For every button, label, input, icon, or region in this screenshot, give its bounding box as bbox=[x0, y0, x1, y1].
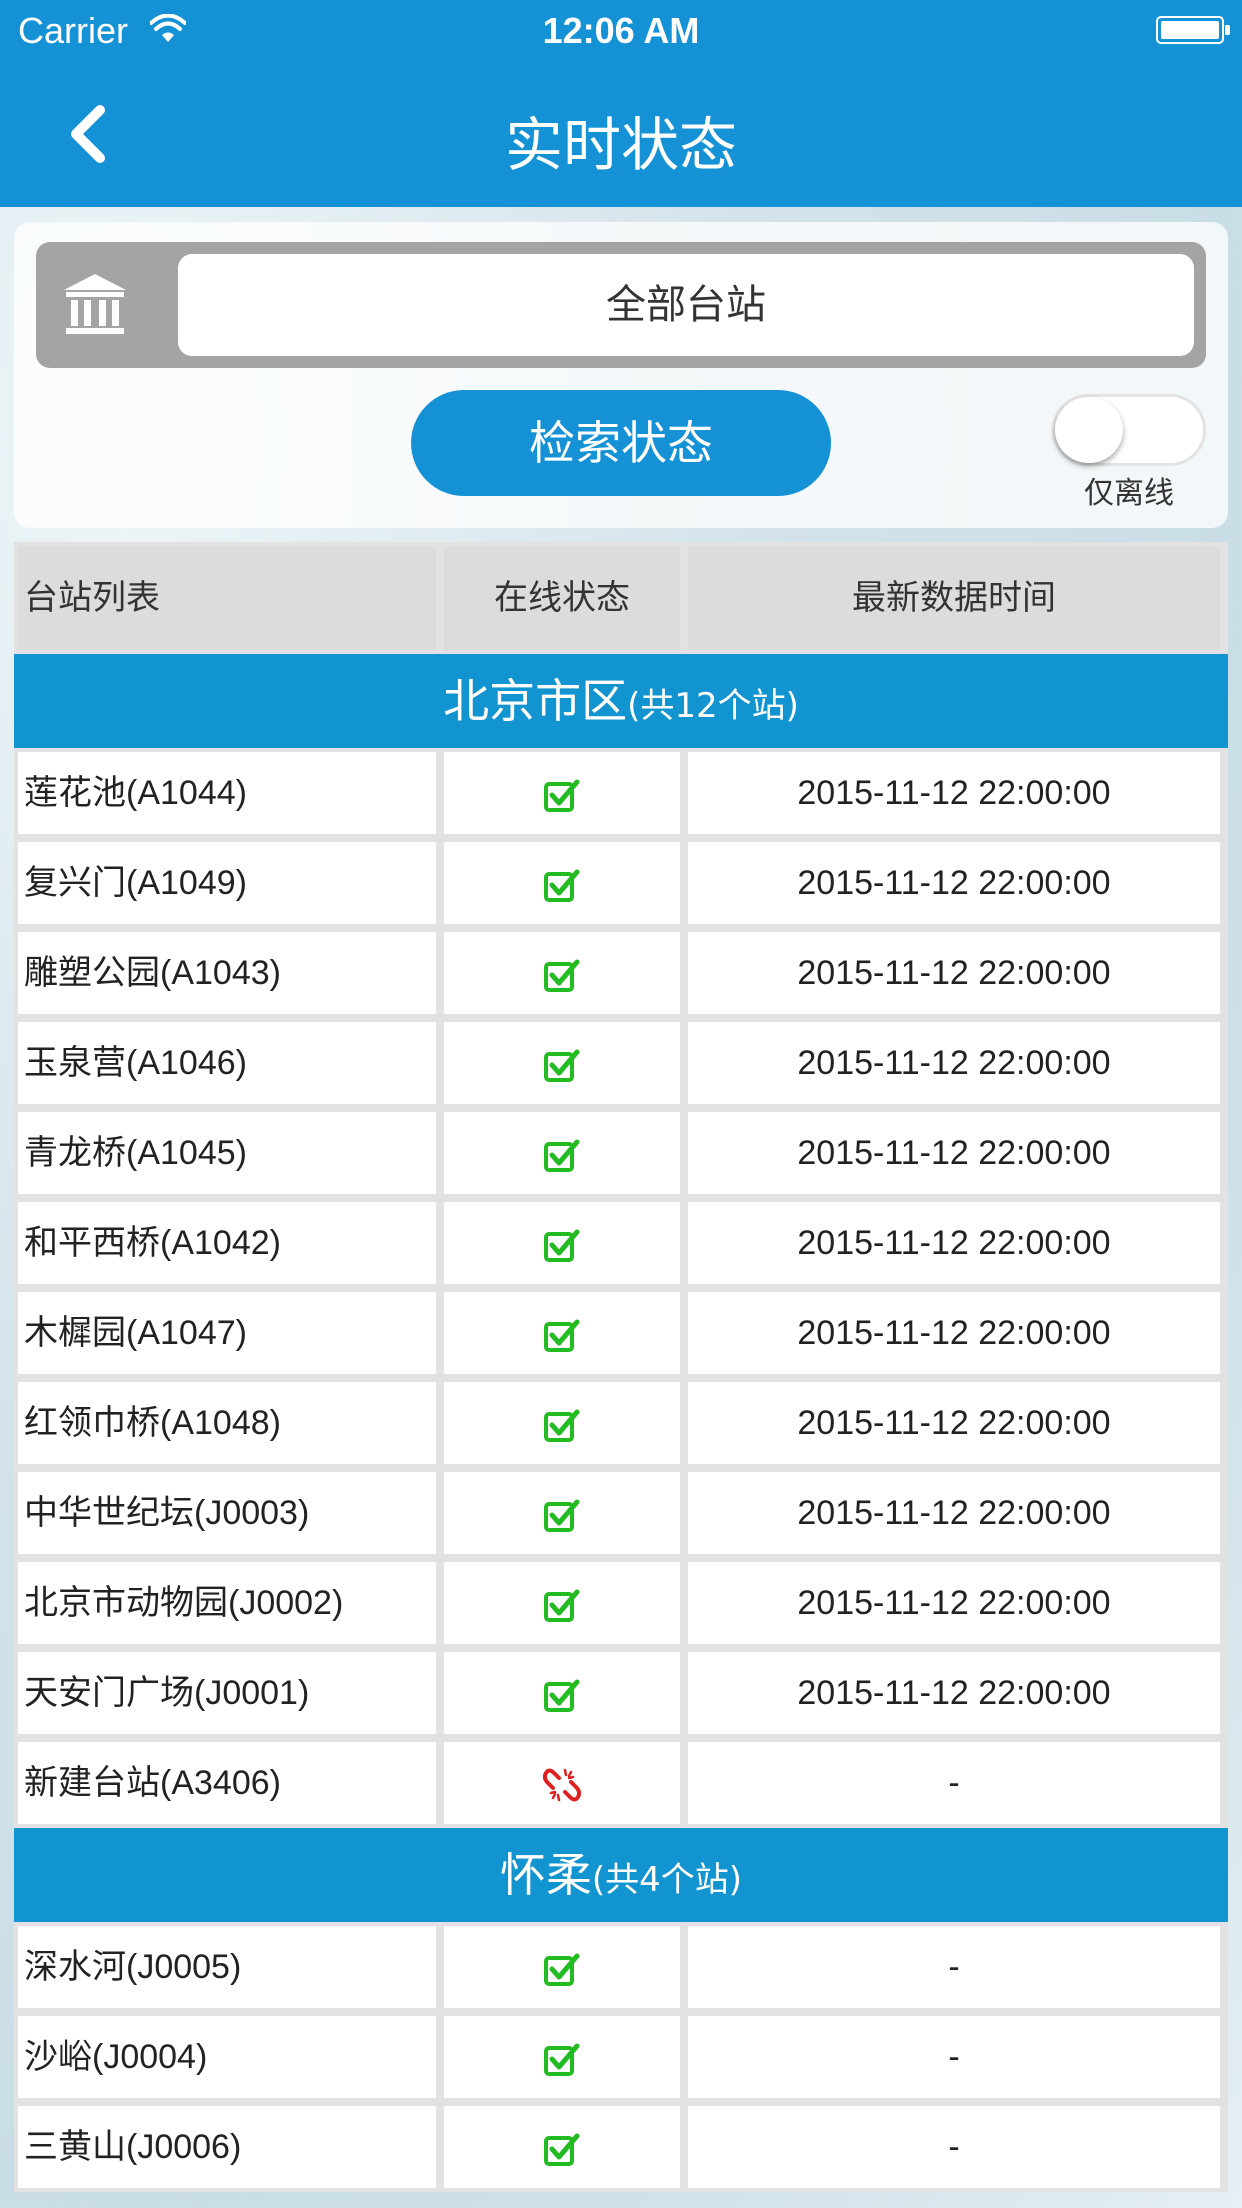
station-name: 红领巾桥(A1048) bbox=[18, 1382, 436, 1464]
station-name: 和平西桥(A1042) bbox=[18, 1202, 436, 1284]
header-station-list: 台站列表 bbox=[18, 546, 436, 650]
table-row[interactable]: 复兴门(A1049) 2015-11-12 22:00:00 bbox=[14, 838, 1228, 928]
offline-only-label: 仅离线 bbox=[1084, 476, 1174, 511]
station-name: 玉泉营(A1046) bbox=[18, 1022, 436, 1104]
table-row[interactable]: 和平西桥(A1042) 2015-11-12 22:00:00 bbox=[14, 1198, 1228, 1288]
station-name: 三黄山(J0006) bbox=[18, 2106, 436, 2188]
table-row[interactable]: 沙峪(J0004) - bbox=[14, 2012, 1228, 2102]
toggle-knob bbox=[1055, 397, 1123, 463]
station-name: 深水河(J0005) bbox=[18, 1926, 436, 2008]
checkbox-check-icon bbox=[544, 1044, 580, 1083]
online-status bbox=[444, 1292, 680, 1374]
station-name: 沙峪(J0004) bbox=[18, 2016, 436, 2098]
status-time: 12:06 AM bbox=[542, 10, 700, 51]
table-row[interactable]: 天安门广场(J0001) 2015-11-12 22:00:00 bbox=[14, 1648, 1228, 1738]
checkbox-check-icon bbox=[544, 864, 580, 903]
online-status bbox=[444, 1112, 680, 1194]
table-row[interactable]: 莲花池(A1044) 2015-11-12 22:00:00 bbox=[14, 748, 1228, 838]
latest-data-time: 2015-11-12 22:00:00 bbox=[688, 1202, 1220, 1284]
latest-data-time: 2015-11-12 22:00:00 bbox=[688, 1292, 1220, 1374]
group-name: 怀柔 bbox=[499, 1848, 592, 1902]
latest-data-time: 2015-11-12 22:00:00 bbox=[688, 1382, 1220, 1464]
latest-data-time: 2015-11-12 22:00:00 bbox=[688, 752, 1220, 834]
station-selector[interactable]: 全部台站 bbox=[36, 242, 1206, 368]
table-row[interactable]: 新建台站(A3406) - bbox=[14, 1738, 1228, 1828]
table-row[interactable]: 雕塑公园(A1043) 2015-11-12 22:00:00 bbox=[14, 928, 1228, 1018]
broken-link-icon bbox=[542, 1764, 582, 1802]
checkbox-check-icon bbox=[544, 2038, 580, 2077]
status-bar: Carrier 12:06 AM bbox=[0, 0, 1242, 62]
search-status-button[interactable]: 检索状态 bbox=[411, 390, 831, 496]
latest-data-time: 2015-11-12 22:00:00 bbox=[688, 1112, 1220, 1194]
checkbox-check-icon bbox=[544, 2128, 580, 2167]
latest-data-time: 2015-11-12 22:00:00 bbox=[688, 1022, 1220, 1104]
group-header: 北京市区(共12个站) bbox=[14, 654, 1228, 748]
station-status-table: 台站列表 在线状态 最新数据时间 北京市区(共12个站) 莲花池(A1044) 20… bbox=[14, 542, 1228, 2192]
checkbox-check-icon bbox=[544, 1948, 580, 1987]
latest-data-time: - bbox=[688, 1926, 1220, 2008]
online-status bbox=[444, 1022, 680, 1104]
checkbox-check-icon bbox=[544, 1584, 580, 1623]
online-status bbox=[444, 1926, 680, 2008]
battery-icon bbox=[1156, 16, 1230, 44]
checkbox-check-icon bbox=[544, 1134, 580, 1173]
table-row[interactable]: 红领巾桥(A1048) 2015-11-12 22:00:00 bbox=[14, 1378, 1228, 1468]
header-latest-time: 最新数据时间 bbox=[688, 546, 1220, 650]
table-row[interactable]: 中华世纪坛(J0003) 2015-11-12 22:00:00 bbox=[14, 1468, 1228, 1558]
latest-data-time: 2015-11-12 22:00:00 bbox=[688, 932, 1220, 1014]
online-status bbox=[444, 2016, 680, 2098]
online-status bbox=[444, 932, 680, 1014]
online-status bbox=[444, 1202, 680, 1284]
table-header: 台站列表 在线状态 最新数据时间 bbox=[14, 542, 1228, 654]
group-count: (共12个站) bbox=[627, 686, 799, 726]
table-row[interactable]: 深水河(J0005) - bbox=[14, 1922, 1228, 2012]
station-name: 木樨园(A1047) bbox=[18, 1292, 436, 1374]
offline-only-toggle[interactable] bbox=[1052, 394, 1206, 466]
group-count: (共4个站) bbox=[591, 1860, 743, 1900]
online-status bbox=[444, 1382, 680, 1464]
station-name: 北京市动物园(J0002) bbox=[18, 1562, 436, 1644]
checkbox-check-icon bbox=[544, 1404, 580, 1443]
latest-data-time: - bbox=[688, 2016, 1220, 2098]
page-title: 实时状态 bbox=[504, 111, 737, 179]
table-row[interactable]: 北京市动物园(J0002) 2015-11-12 22:00:00 bbox=[14, 1558, 1228, 1648]
checkbox-check-icon bbox=[544, 1224, 580, 1263]
table-row[interactable]: 玉泉营(A1046) 2015-11-12 22:00:00 bbox=[14, 1018, 1228, 1108]
latest-data-time: - bbox=[688, 2106, 1220, 2188]
online-status bbox=[444, 1652, 680, 1734]
checkbox-check-icon bbox=[544, 1674, 580, 1713]
online-status bbox=[444, 752, 680, 834]
station-name: 天安门广场(J0001) bbox=[18, 1652, 436, 1734]
station-name: 复兴门(A1049) bbox=[18, 842, 436, 924]
checkbox-check-icon bbox=[544, 1314, 580, 1353]
latest-data-time: - bbox=[688, 1742, 1220, 1824]
checkbox-check-icon bbox=[544, 954, 580, 993]
group-header: 怀柔(共4个站) bbox=[14, 1828, 1228, 1922]
table-row[interactable]: 木樨园(A1047) 2015-11-12 22:00:00 bbox=[14, 1288, 1228, 1378]
nav-bar: 实时状态 bbox=[0, 62, 1242, 207]
latest-data-time: 2015-11-12 22:00:00 bbox=[688, 1652, 1220, 1734]
station-field[interactable]: 全部台站 bbox=[178, 254, 1194, 356]
online-status bbox=[444, 1562, 680, 1644]
online-status bbox=[444, 2106, 680, 2188]
checkbox-check-icon bbox=[544, 1494, 580, 1533]
bank-icon bbox=[64, 274, 126, 334]
latest-data-time: 2015-11-12 22:00:00 bbox=[688, 1562, 1220, 1644]
station-name: 雕塑公园(A1043) bbox=[18, 932, 436, 1014]
table-row[interactable]: 三黄山(J0006) - bbox=[14, 2102, 1228, 2192]
header-online-status: 在线状态 bbox=[444, 546, 680, 650]
online-status bbox=[444, 1472, 680, 1554]
station-name: 莲花池(A1044) bbox=[18, 752, 436, 834]
station-name: 青龙桥(A1045) bbox=[18, 1112, 436, 1194]
checkbox-check-icon bbox=[544, 774, 580, 813]
station-name: 新建台站(A3406) bbox=[18, 1742, 436, 1824]
latest-data-time: 2015-11-12 22:00:00 bbox=[688, 842, 1220, 924]
table-row[interactable]: 青龙桥(A1045) 2015-11-12 22:00:00 bbox=[14, 1108, 1228, 1198]
latest-data-time: 2015-11-12 22:00:00 bbox=[688, 1472, 1220, 1554]
group-name: 北京市区 bbox=[443, 674, 628, 728]
online-status bbox=[444, 842, 680, 924]
online-status bbox=[444, 1742, 680, 1824]
filter-card: 全部台站 检索状态 仅离线 bbox=[14, 222, 1228, 528]
station-name: 中华世纪坛(J0003) bbox=[18, 1472, 436, 1554]
